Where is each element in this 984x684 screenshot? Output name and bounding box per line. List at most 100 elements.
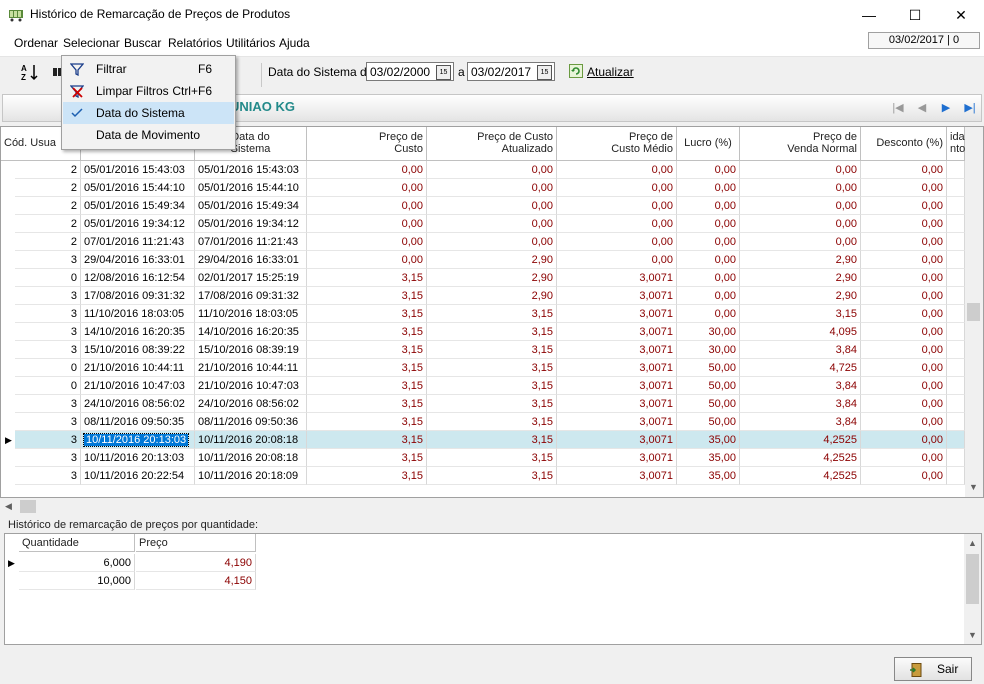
table-cell[interactable]: 3,15 (427, 395, 557, 413)
table-cell[interactable] (947, 215, 965, 233)
table-cell[interactable]: 3,15 (740, 305, 861, 323)
table-cell[interactable]: 24/10/2016 08:56:02 (81, 395, 195, 413)
scroll-up-icon[interactable]: ▲ (964, 535, 981, 552)
table-cell[interactable]: 0,00 (677, 287, 740, 305)
table-cell[interactable]: 30,00 (677, 341, 740, 359)
table-cell[interactable]: 0,00 (861, 179, 947, 197)
table-cell[interactable] (947, 179, 965, 197)
table-cell[interactable]: 17/08/2016 09:31:32 (81, 287, 195, 305)
table-cell[interactable]: 4,725 (740, 359, 861, 377)
table-cell[interactable]: 0,00 (677, 179, 740, 197)
calendar-icon[interactable]: 15 (537, 65, 552, 80)
table-cell[interactable]: 0,00 (861, 377, 947, 395)
table-cell[interactable]: 3,15 (307, 377, 427, 395)
table-cell[interactable]: 17/08/2016 09:31:32 (195, 287, 307, 305)
table-cell[interactable] (947, 233, 965, 251)
menu-buscar[interactable]: Buscar (124, 36, 161, 50)
table-cell[interactable]: 0,00 (427, 233, 557, 251)
table-cell[interactable]: 4,2525 (740, 467, 861, 485)
table-cell[interactable]: 21/10/2016 10:44:11 (195, 359, 307, 377)
table-cell[interactable]: 3,15 (427, 323, 557, 341)
date-to-input[interactable]: 03/02/2017 15 (467, 62, 555, 81)
table-cell[interactable]: 4,095 (740, 323, 861, 341)
price-history-grid[interactable]: Cód. UsuaMovimentoData doSistemaPreço de… (0, 126, 984, 498)
table-cell[interactable]: 2,90 (427, 269, 557, 287)
table-row[interactable]: 2 07/01/2016 11:21:43 07/01/2016 11:21:43 0… (1, 233, 967, 251)
quantity-history-grid[interactable]: Quantidade Preço ▶ 6,000 4,190 10,000 4,150 ▲ … (4, 533, 982, 645)
table-cell[interactable]: 0,00 (861, 395, 947, 413)
table-cell[interactable]: 15/10/2016 08:39:22 (81, 341, 195, 359)
table-cell[interactable]: 0,00 (307, 161, 427, 179)
table-cell[interactable]: 3,15 (427, 431, 557, 449)
table-cell[interactable]: 0,00 (861, 323, 947, 341)
table-cell[interactable]: 07/01/2016 11:21:43 (81, 233, 195, 251)
table-cell[interactable]: 4,2525 (740, 449, 861, 467)
table-cell[interactable]: 3,15 (307, 431, 427, 449)
table-cell[interactable]: 0,00 (861, 467, 947, 485)
table-cell[interactable]: 29/04/2016 16:33:01 (81, 251, 195, 269)
table-cell[interactable]: 11/10/2016 18:03:05 (81, 305, 195, 323)
table-cell[interactable] (947, 413, 965, 431)
table-cell[interactable]: 3,0071 (557, 305, 677, 323)
table-cell[interactable]: 3 (15, 323, 81, 341)
table-cell[interactable]: 0,00 (427, 179, 557, 197)
table-cell[interactable]: 3,15 (307, 413, 427, 431)
refresh-icon[interactable] (569, 64, 583, 78)
column-header[interactable]: ida nto (947, 127, 965, 161)
table-cell[interactable]: 3 (15, 431, 81, 449)
table-cell[interactable]: 0,00 (677, 269, 740, 287)
table-cell[interactable] (947, 197, 965, 215)
table-cell[interactable]: 35,00 (677, 467, 740, 485)
table-cell[interactable]: 14/10/2016 16:20:35 (81, 323, 195, 341)
table-cell[interactable]: 2,90 (740, 251, 861, 269)
table-cell[interactable]: 0,00 (861, 251, 947, 269)
table-cell[interactable]: 3,15 (307, 269, 427, 287)
first-record-icon[interactable]: |◀ (890, 101, 906, 115)
table-cell[interactable]: 0,00 (557, 215, 677, 233)
refresh-button[interactable]: Atualizar (587, 65, 634, 79)
table-cell[interactable] (947, 341, 965, 359)
table-cell[interactable]: 3,0071 (557, 467, 677, 485)
table-cell[interactable]: 3,0071 (557, 395, 677, 413)
table-cell[interactable]: 50,00 (677, 413, 740, 431)
last-record-icon[interactable]: ▶| (962, 101, 978, 115)
prev-record-icon[interactable]: ◀ (914, 101, 930, 115)
table-row[interactable]: 0 21/10/2016 10:47:03 21/10/2016 10:47:03 3… (1, 377, 967, 395)
table-cell[interactable] (947, 359, 965, 377)
table-cell[interactable]: 3,15 (307, 341, 427, 359)
table-cell[interactable]: 14/10/2016 16:20:35 (195, 323, 307, 341)
table-cell[interactable]: 3,15 (307, 467, 427, 485)
table-cell[interactable]: 0,00 (861, 161, 947, 179)
table-cell[interactable]: 0,00 (861, 305, 947, 323)
column-header[interactable]: Quantidade (19, 534, 135, 552)
table-cell[interactable]: 3,0071 (557, 431, 677, 449)
table-cell[interactable]: 3 (15, 251, 81, 269)
table-cell[interactable]: 3,15 (427, 359, 557, 377)
table-cell[interactable]: 10/11/2016 20:08:18 (195, 431, 307, 449)
table-cell[interactable] (947, 287, 965, 305)
table-cell[interactable]: 3,0071 (557, 341, 677, 359)
table-cell[interactable]: 4,150 (136, 572, 256, 590)
table-cell[interactable] (947, 161, 965, 179)
table-cell[interactable]: 0,00 (740, 197, 861, 215)
table-cell[interactable]: 2,90 (427, 251, 557, 269)
scroll-thumb[interactable] (966, 554, 979, 604)
table-cell[interactable]: 0,00 (307, 197, 427, 215)
table-cell[interactable]: 3,84 (740, 341, 861, 359)
table-cell[interactable]: 0,00 (307, 215, 427, 233)
table-cell[interactable]: 3,15 (307, 449, 427, 467)
table-row[interactable]: 3 14/10/2016 16:20:35 14/10/2016 16:20:35 3… (1, 323, 967, 341)
table-cell[interactable]: 2 (15, 215, 81, 233)
table-cell[interactable]: 24/10/2016 08:56:02 (195, 395, 307, 413)
scroll-down-icon[interactable]: ▼ (965, 479, 982, 496)
next-record-icon[interactable]: ▶ (938, 101, 954, 115)
table-cell[interactable]: 08/11/2016 09:50:36 (195, 413, 307, 431)
table-cell[interactable]: 10/11/2016 20:08:18 (195, 449, 307, 467)
table-cell[interactable]: 0,00 (740, 179, 861, 197)
table-cell[interactable]: 05/01/2016 15:44:10 (195, 179, 307, 197)
minimize-button[interactable]: — (846, 0, 892, 30)
table-row[interactable]: 3 08/11/2016 09:50:35 08/11/2016 09:50:36 3… (1, 413, 967, 431)
table-cell[interactable]: 0,00 (557, 179, 677, 197)
table-cell[interactable] (947, 269, 965, 287)
table-cell[interactable]: 15/10/2016 08:39:19 (195, 341, 307, 359)
